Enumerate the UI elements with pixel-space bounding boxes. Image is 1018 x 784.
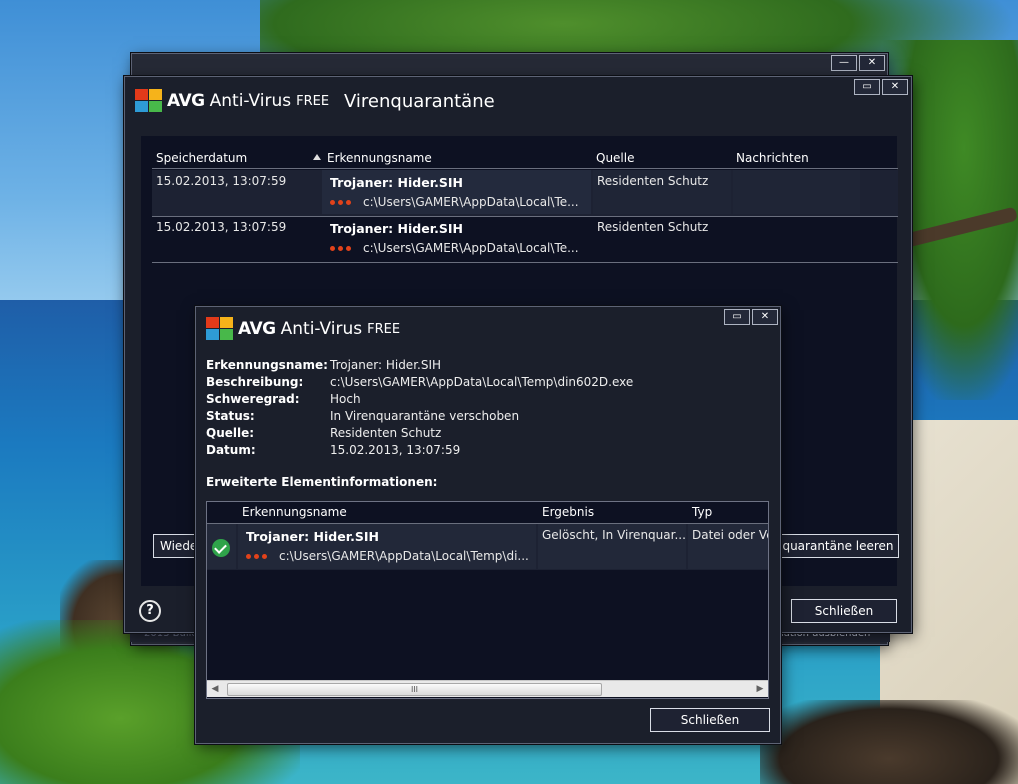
scroll-left-icon[interactable]: ◀ (207, 681, 223, 697)
column-header-messages[interactable]: Nachrichten (736, 151, 809, 165)
scrollbar-thumb[interactable]: III (227, 683, 602, 696)
grid-column-name[interactable]: Erkennungsname (242, 505, 347, 519)
column-header-source[interactable]: Quelle (596, 151, 634, 165)
result-text: Gelöscht, In Virenquar... (542, 528, 686, 542)
close-button[interactable]: ✕ (752, 309, 778, 325)
minimize-button[interactable]: — (831, 55, 857, 71)
field-value: 15.02.2013, 13:07:59 (330, 443, 461, 457)
table-row[interactable]: Trojaner: Hider.SIH c:\Users\GAMER\AppDa… (207, 524, 768, 570)
field-label: Schweregrad: (206, 392, 300, 406)
detection-name: Trojaner: Hider.SIH (330, 221, 463, 236)
maximize-button[interactable]: ▭ (854, 79, 880, 95)
date-text: 15.02.2013, 13:07:59 (156, 220, 287, 234)
logo-product: Anti-Virus (280, 319, 363, 339)
field-label: Quelle: (206, 426, 255, 440)
wallpaper-rocks-bottom (760, 700, 1018, 784)
logo-edition: FREE (296, 93, 330, 109)
detection-path: c:\Users\GAMER\AppData\Local\Temp\di... (246, 549, 529, 563)
field-label: Datum: (206, 443, 256, 457)
cell-name: Trojaner: Hider.SIH c:\Users\GAMER\AppDa… (322, 170, 591, 214)
column-header-name[interactable]: Erkennungsname (327, 151, 432, 165)
table-row[interactable]: 15.02.2013, 13:07:59 Trojaner: Hider.SIH… (152, 170, 898, 217)
detail-window: AVG Anti-Virus FREE ▭ ✕ Erkennungsname: … (195, 306, 781, 744)
close-button[interactable]: ✕ (859, 55, 885, 71)
avg-logo: AVG Anti-Virus FREE (206, 317, 400, 341)
source-text: Residenten Schutz (597, 174, 709, 188)
severity-dots-icon (330, 195, 354, 209)
field-label: Status: (206, 409, 255, 423)
source-text: Residenten Schutz (597, 220, 709, 234)
horizontal-scrollbar[interactable]: ◀ III ▶ (207, 680, 768, 697)
status-cell (207, 524, 236, 569)
help-icon[interactable]: ? (139, 600, 161, 622)
logo-edition: FREE (367, 321, 401, 337)
path-text: c:\Users\GAMER\AppData\Local\Te... (363, 241, 579, 255)
path-text: c:\Users\GAMER\AppData\Local\Te... (363, 195, 579, 209)
date-text: 15.02.2013, 13:07:59 (156, 174, 287, 188)
type-text: Datei oder Ve (692, 528, 768, 542)
field-label: Erkennungsname: (206, 358, 328, 372)
checkmark-icon (212, 539, 230, 557)
logo-product: Anti-Virus (209, 91, 292, 111)
extended-info-heading: Erweiterte Elementinformationen: (206, 475, 438, 489)
detection-path: c:\Users\GAMER\AppData\Local\Te... (330, 195, 579, 209)
detection-path: c:\Users\GAMER\AppData\Local\Te... (330, 241, 579, 255)
grid-column-type[interactable]: Typ (692, 505, 712, 519)
field-value: c:\Users\GAMER\AppData\Local\Temp\din602… (330, 375, 634, 389)
cell-date: 15.02.2013, 13:07:59 (152, 216, 320, 260)
path-text: c:\Users\GAMER\AppData\Local\Temp\di... (279, 549, 529, 563)
scroll-right-icon[interactable]: ▶ (752, 681, 768, 697)
table-header: Speicherdatum Erkennungsname Quelle Nach… (152, 150, 898, 169)
cell-date: 15.02.2013, 13:07:59 (152, 170, 320, 214)
sort-ascending-icon (313, 154, 321, 160)
close-button[interactable]: ✕ (882, 79, 908, 95)
grid-cell-result: Gelöscht, In Virenquar... (538, 524, 686, 569)
extended-info-grid: Erkennungsname Ergebnis Typ Trojaner: Hi… (206, 501, 769, 699)
grid-cell-type: Datei oder Ve (688, 524, 768, 569)
cell-source: Residenten Schutz (593, 216, 731, 260)
grid-column-result[interactable]: Ergebnis (542, 505, 594, 519)
cell-source: Residenten Schutz (593, 170, 731, 214)
column-header-date[interactable]: Speicherdatum (156, 151, 247, 165)
field-value: In Virenquarantäne verschoben (330, 409, 520, 423)
severity-dots-icon (330, 241, 354, 255)
window-title: Virenquarantäne (344, 91, 495, 112)
empty-quarantine-button[interactable]: quarantäne leeren (777, 534, 899, 558)
logo-brand: AVG (167, 91, 205, 111)
maximize-button[interactable]: ▭ (724, 309, 750, 325)
logo-brand: AVG (238, 319, 276, 339)
avg-logo-icon (135, 89, 163, 113)
cell-messages (733, 216, 860, 260)
severity-dots-icon (246, 549, 270, 563)
close-detail-button[interactable]: Schließen (650, 708, 770, 732)
grid-header: Erkennungsname Ergebnis Typ (207, 502, 768, 524)
cell-name: Trojaner: Hider.SIH c:\Users\GAMER\AppDa… (322, 216, 591, 260)
avg-logo-icon (206, 317, 234, 341)
field-value: Trojaner: Hider.SIH (330, 358, 442, 372)
detection-name: Trojaner: Hider.SIH (246, 529, 379, 544)
grid-cell-name: Trojaner: Hider.SIH c:\Users\GAMER\AppDa… (238, 524, 536, 569)
field-value: Hoch (330, 392, 361, 406)
avg-logo: AVG Anti-Virus FREE (135, 89, 329, 113)
field-value: Residenten Schutz (330, 426, 442, 440)
field-label: Beschreibung: (206, 375, 304, 389)
close-window-button[interactable]: Schließen (791, 599, 897, 623)
cell-messages (733, 170, 860, 214)
detection-name: Trojaner: Hider.SIH (330, 175, 463, 190)
table-row[interactable]: 15.02.2013, 13:07:59 Trojaner: Hider.SIH… (152, 216, 898, 263)
